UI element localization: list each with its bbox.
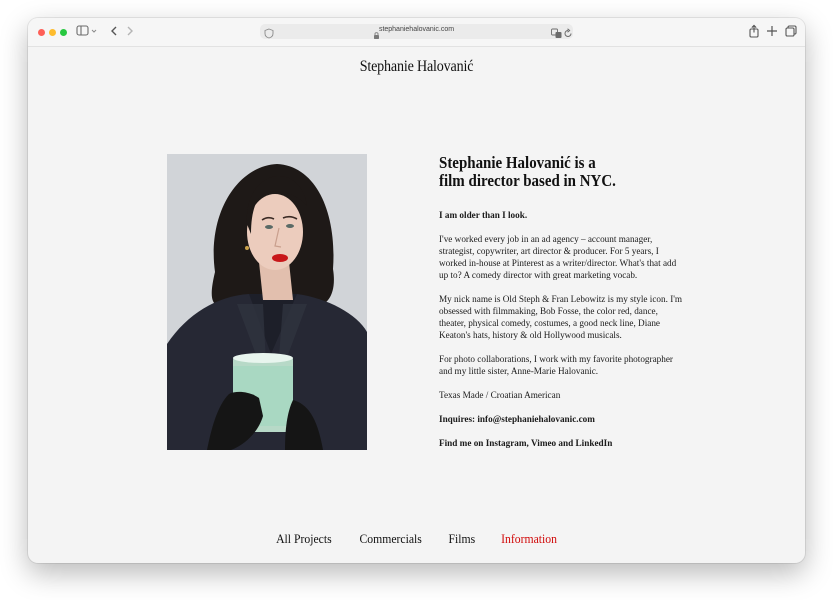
nav-all-projects[interactable]: All Projects: [276, 531, 332, 547]
bio-tagline: I am older than I look.: [439, 210, 528, 220]
inquiries-text[interactable]: Inquires: info@stephaniehalovanic.com: [439, 413, 684, 425]
bio-section: I am older than I look. I've worked ever…: [439, 209, 684, 461]
intro-heading-line2: film director based in NYC.: [439, 171, 616, 190]
site-nav: All Projects Commercials Films Informati…: [28, 531, 805, 547]
sidebar-icon[interactable]: [76, 24, 97, 38]
bio-paragraph-1: I've worked every job in an ad agency – …: [439, 234, 677, 280]
translate-icon[interactable]: [551, 26, 562, 44]
bio-paragraph-3: For photo collaborations, I work with my…: [439, 354, 673, 376]
bio-paragraph-2: My nick name is Old Steph & Fran Lebowit…: [439, 294, 683, 340]
site-title[interactable]: Stephanie Halovanić: [75, 58, 759, 76]
tabs-icon[interactable]: [784, 24, 798, 38]
back-icon[interactable]: [107, 24, 121, 38]
close-window-button[interactable]: [38, 29, 45, 36]
nav-information[interactable]: Information: [501, 531, 557, 547]
browser-toolbar: stephaniehalovanic.com: [28, 18, 805, 47]
nav-commercials[interactable]: Commercials: [360, 531, 422, 547]
url-text: stephaniehalovanic.com: [378, 26, 455, 33]
reload-icon[interactable]: [563, 26, 573, 44]
new-tab-icon[interactable]: [765, 24, 779, 38]
forward-icon[interactable]: [123, 24, 137, 38]
bio-paragraph-4: Texas Made / Croatian American: [439, 390, 561, 400]
share-icon[interactable]: [747, 24, 761, 38]
intro-heading: Stephanie Halovanić is a film director b…: [439, 154, 650, 190]
intro-heading-line1: Stephanie Halovanić is a: [439, 153, 596, 172]
zoom-window-button[interactable]: [60, 29, 67, 36]
nav-films[interactable]: Films: [448, 531, 475, 547]
social-links-text[interactable]: Find me on Instagram, Vimeo and LinkedIn: [439, 437, 684, 449]
address-bar[interactable]: stephaniehalovanic.com: [260, 24, 573, 39]
browser-window: stephaniehalovanic.com Stephanie Halovan…: [28, 18, 805, 563]
portrait-photo: [167, 154, 367, 450]
minimize-window-button[interactable]: [49, 29, 56, 36]
